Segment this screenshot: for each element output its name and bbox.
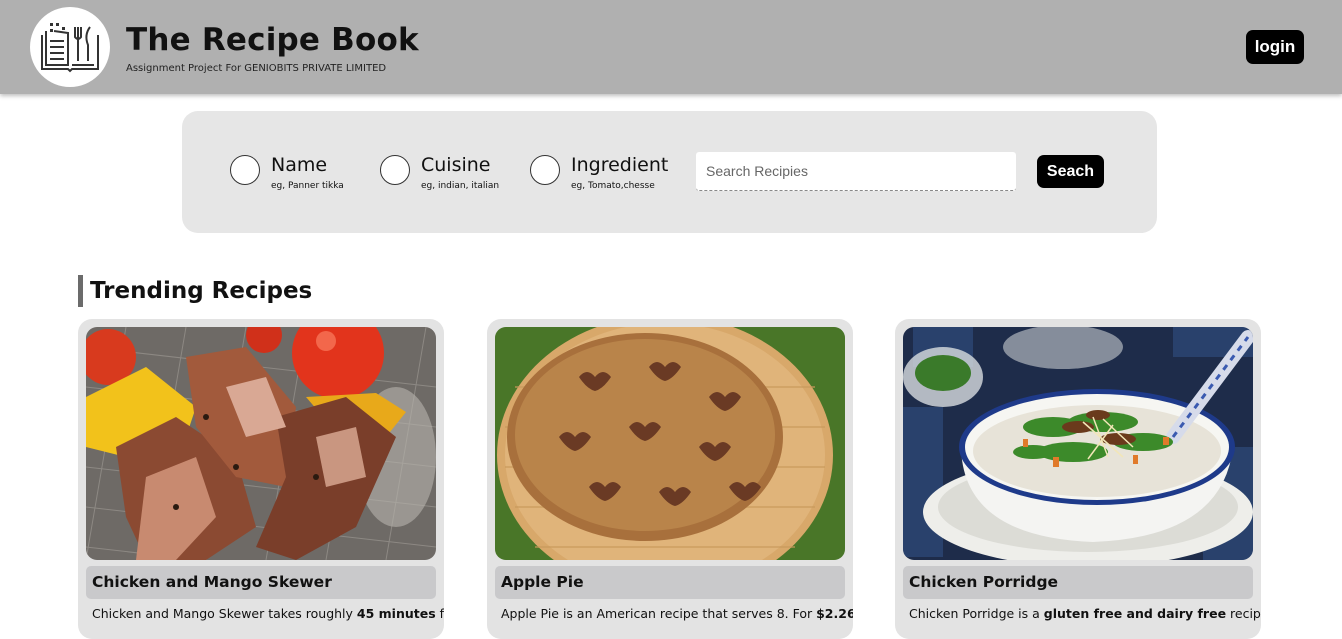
recipe-book-icon — [41, 23, 99, 73]
option-label: Ingredient — [571, 154, 669, 176]
recipe-card[interactable]: Chicken Porridge Chicken Porridge is a g… — [895, 319, 1261, 639]
radio-cuisine[interactable] — [380, 155, 410, 185]
option-label: Cuisine — [421, 154, 491, 176]
search-button[interactable]: Seach — [1037, 155, 1104, 188]
login-button[interactable]: login — [1246, 30, 1304, 64]
radio-name[interactable] — [230, 155, 260, 185]
recipe-card[interactable]: Chicken and Mango Skewer Chicken and Man… — [78, 319, 444, 639]
section-accent-bar — [78, 275, 83, 307]
recipe-card-title[interactable]: Chicken Porridge — [903, 566, 1253, 599]
recipe-card-title[interactable]: Chicken and Mango Skewer — [86, 566, 436, 599]
option-hint: eg, Tomato,chesse — [571, 181, 655, 191]
search-panel: Name eg, Panner tikka Cuisine eg, indian… — [182, 111, 1157, 233]
app-header: The Recipe Book Assignment Project For G… — [0, 0, 1342, 94]
option-label: Name — [271, 154, 328, 176]
radio-ingredient[interactable] — [530, 155, 560, 185]
recipe-image-porridge[interactable] — [903, 327, 1253, 560]
option-hint: eg, indian, italian — [421, 181, 500, 191]
recipe-card-description: Apple Pie is an American recipe that ser… — [501, 606, 853, 621]
recipe-card-description: Chicken Porridge is a gluten free and da… — [909, 606, 1261, 621]
recipe-card-title[interactable]: Apple Pie — [495, 566, 845, 599]
recipe-card[interactable]: Apple Pie Apple Pie is an American recip… — [487, 319, 853, 639]
recipe-card-description: Chicken and Mango Skewer takes roughly 4… — [92, 606, 444, 621]
recipe-image-apple-pie[interactable] — [495, 327, 845, 560]
option-hint: eg, Panner tikka — [271, 181, 344, 191]
logo[interactable] — [30, 7, 110, 87]
app-subtitle: Assignment Project For GENIOBITS PRIVATE… — [126, 63, 387, 74]
recipe-image-skewer[interactable] — [86, 327, 436, 560]
section-title: Trending Recipes — [90, 278, 313, 304]
search-input[interactable] — [696, 152, 1016, 191]
app-title: The Recipe Book — [126, 22, 419, 58]
